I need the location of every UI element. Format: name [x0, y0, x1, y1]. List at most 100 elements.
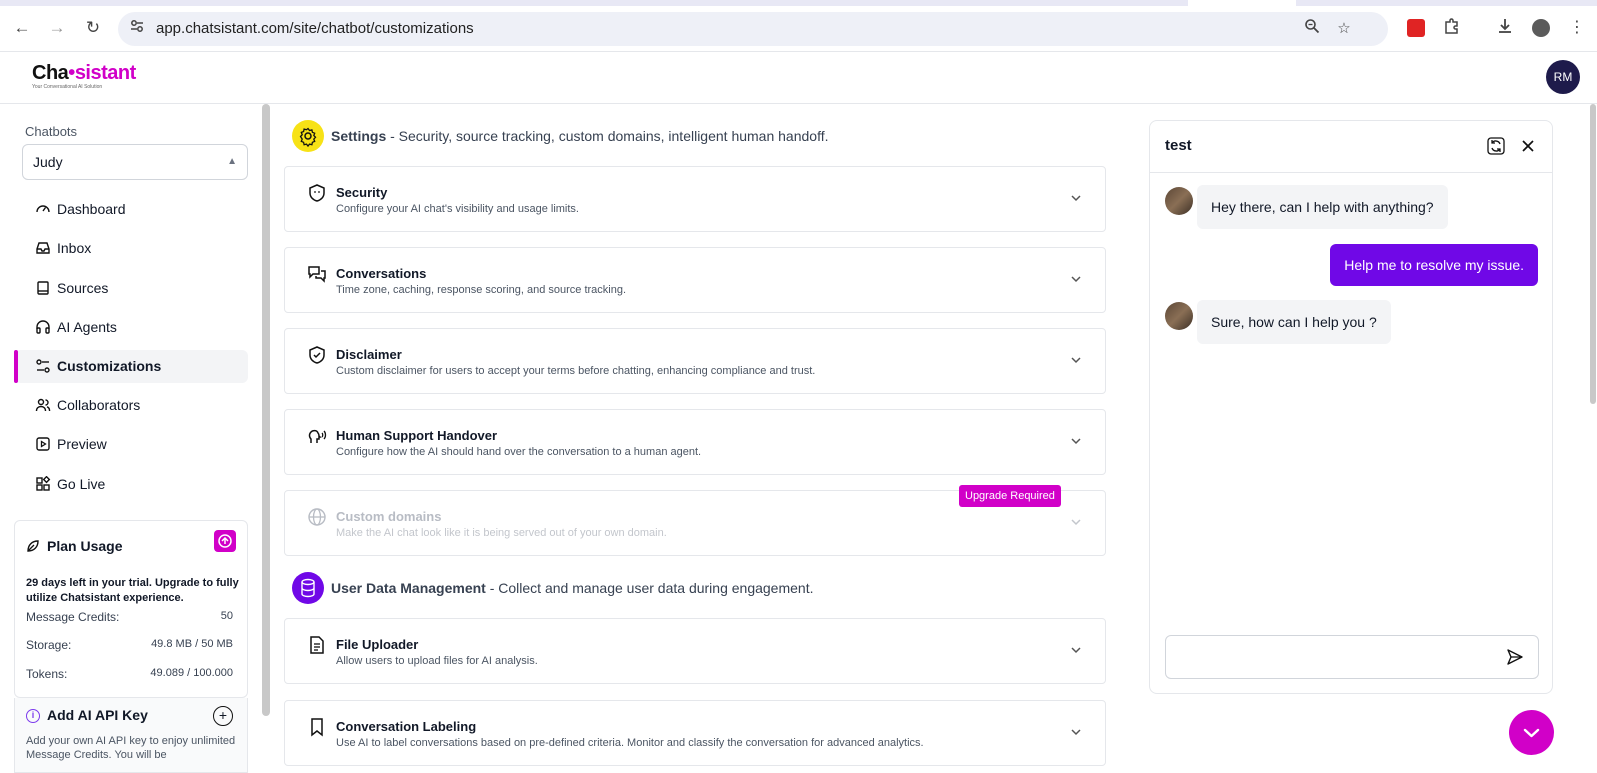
logo-text-b: sistant — [74, 62, 136, 84]
sidebar-item-dashboard[interactable]: Dashboard — [15, 193, 248, 226]
trial-message: 29 days left in your trial. Upgrade to f… — [26, 577, 239, 604]
chevron-down-icon — [1071, 195, 1081, 202]
chatsistant-logo[interactable]: Cha•sistant Your Conversational AI Solut… — [32, 62, 142, 98]
accordion-desc: Allow users to upload files for AI analy… — [336, 655, 538, 667]
site-info-icon[interactable] — [126, 18, 148, 40]
user-avatar[interactable]: RM — [1546, 60, 1580, 94]
accordion-desc: Use AI to label conversations based on p… — [336, 737, 924, 749]
menu-kebab-icon[interactable]: ⋮ — [1566, 17, 1588, 39]
sliders-icon — [36, 359, 50, 373]
section-subtitle: - Security, source tracking, custom doma… — [386, 128, 829, 144]
play-square-icon — [36, 437, 50, 451]
chat-bubbles-icon — [308, 266, 326, 283]
sidebar-scrollbar[interactable] — [262, 104, 270, 716]
chat-preview-panel: test Hey there, can I help with anything… — [1149, 120, 1553, 694]
api-key-title: Add AI API Key — [47, 707, 148, 723]
upgrade-button[interactable] — [214, 530, 236, 552]
accordion-file-uploader[interactable]: File Uploader Allow users to upload file… — [284, 618, 1106, 684]
puzzle-icon[interactable] — [1441, 17, 1463, 39]
upgrade-required-badge[interactable]: Upgrade Required — [959, 485, 1061, 507]
accordion-desc: Time zone, caching, response scoring, an… — [336, 284, 627, 296]
plan-usage-title: Plan Usage — [47, 538, 123, 554]
chevron-down-icon — [1071, 438, 1081, 445]
accordion-title: Custom domains — [336, 509, 442, 524]
download-icon[interactable] — [1494, 17, 1516, 39]
info-icon: i — [26, 709, 40, 723]
file-icon — [310, 636, 324, 654]
sidebar-item-label: Sources — [57, 280, 109, 296]
accordion-desc: Make the AI chat look like it is being s… — [336, 527, 667, 539]
accordion-disclaimer[interactable]: Disclaimer Custom disclaimer for users t… — [284, 328, 1106, 394]
reload-icon[interactable]: ↻ — [82, 17, 104, 39]
leaf-icon — [27, 540, 39, 552]
forward-icon[interactable]: → — [46, 17, 68, 39]
sidebar-item-label: Dashboard — [57, 201, 126, 217]
accordion-title: Security — [336, 185, 388, 200]
chat-toggle-button[interactable] — [1509, 710, 1554, 755]
globe-icon — [308, 508, 326, 526]
browser-toolbar: ← → ↻ app.chatsistant.com/site/chatbot/c… — [0, 0, 1597, 52]
bot-avatar — [1165, 187, 1193, 215]
chat-title: test — [1165, 137, 1192, 154]
widgets-icon — [36, 476, 51, 491]
accordion-conversation-labeling[interactable]: Conversation Labeling Use AI to label co… — [284, 700, 1106, 766]
add-api-key-button[interactable]: + — [213, 706, 233, 726]
main-scrollbar[interactable] — [1590, 104, 1596, 404]
sidebar-item-customizations[interactable]: Customizations — [14, 350, 248, 383]
sidebar-item-inbox[interactable]: Inbox — [15, 232, 248, 265]
accordion-desc: Custom disclaimer for users to accept yo… — [336, 365, 816, 377]
close-icon[interactable] — [1518, 136, 1538, 156]
sidebar-item-ai-agents[interactable]: AI Agents — [15, 311, 248, 344]
chevron-down-icon — [1523, 728, 1540, 738]
zoom-icon[interactable] — [1301, 18, 1323, 40]
chevron-down-icon — [1071, 647, 1081, 654]
sidebar-item-label: AI Agents — [57, 319, 117, 335]
usage-value: 50 — [220, 610, 233, 622]
usage-label: Message Credits: — [26, 610, 120, 624]
bot-message: Hey there, can I help with anything? — [1197, 185, 1448, 229]
accordion-title: Disclaimer — [336, 347, 402, 362]
active-tab[interactable] — [1188, 0, 1296, 6]
section-subtitle: - Collect and manage user data during en… — [485, 580, 814, 596]
chevron-down-icon — [1071, 276, 1081, 283]
chatbots-label: Chatbots — [25, 124, 78, 139]
chevron-down-icon — [1071, 357, 1081, 364]
url-text[interactable]: app.chatsistant.com/site/chatbot/customi… — [156, 12, 474, 46]
sidebar-item-sources[interactable]: Sources — [15, 272, 248, 305]
chat-header: test — [1150, 121, 1552, 173]
gear-icon — [292, 120, 324, 152]
sidebar-item-label: Go Live — [57, 476, 106, 492]
usage-value: 49.089 / 100.000 — [150, 667, 233, 679]
tab-strip — [0, 0, 1597, 6]
sidebar-item-go-live[interactable]: Go Live — [15, 468, 248, 501]
accordion-security[interactable]: Security Configure your AI chat's visibi… — [284, 166, 1106, 232]
accordion-title: Conversations — [336, 266, 427, 281]
back-icon[interactable]: ← — [11, 17, 33, 39]
api-key-desc: Add your own AI API key to enjoy unlimit… — [26, 735, 236, 761]
accordion-human-handover[interactable]: Human Support Handover Configure how the… — [284, 409, 1106, 475]
plan-usage-card: Plan Usage 29 days left in your trial. U… — [14, 520, 248, 698]
extension-red-icon[interactable] — [1405, 17, 1427, 39]
bot-message: Sure, how can I help you ? — [1197, 300, 1391, 344]
usage-value: 49.8 MB / 50 MB — [151, 638, 233, 650]
sidebar-item-preview[interactable]: Preview — [15, 428, 248, 461]
gauge-icon — [36, 205, 50, 213]
address-bar[interactable]: app.chatsistant.com/site/chatbot/customi… — [118, 12, 1388, 46]
sidebar-item-label: Preview — [57, 436, 107, 452]
bot-avatar — [1165, 302, 1193, 330]
send-icon[interactable] — [1506, 648, 1524, 666]
chatbot-select[interactable]: Judy ▲ — [22, 144, 248, 180]
logo-text-a: Cha — [32, 62, 69, 84]
inbox-icon — [36, 242, 50, 254]
chevron-down-icon — [1071, 729, 1081, 736]
profile-icon[interactable] — [1530, 17, 1552, 39]
app-header: Cha•sistant Your Conversational AI Solut… — [0, 52, 1597, 104]
sidebar-item-collaborators[interactable]: Collaborators — [15, 389, 248, 422]
refresh-icon[interactable] — [1486, 136, 1506, 156]
chatbot-select-value: Judy — [33, 154, 63, 170]
accordion-conversations[interactable]: Conversations Time zone, caching, respon… — [284, 247, 1106, 313]
bookmark-star-icon[interactable]: ☆ — [1333, 18, 1355, 40]
sidebar: Chatbots Judy ▲ Dashboard Inbox Sources … — [0, 104, 258, 773]
section-title: User Data Management — [331, 580, 486, 596]
chat-message-input[interactable] — [1165, 635, 1539, 679]
